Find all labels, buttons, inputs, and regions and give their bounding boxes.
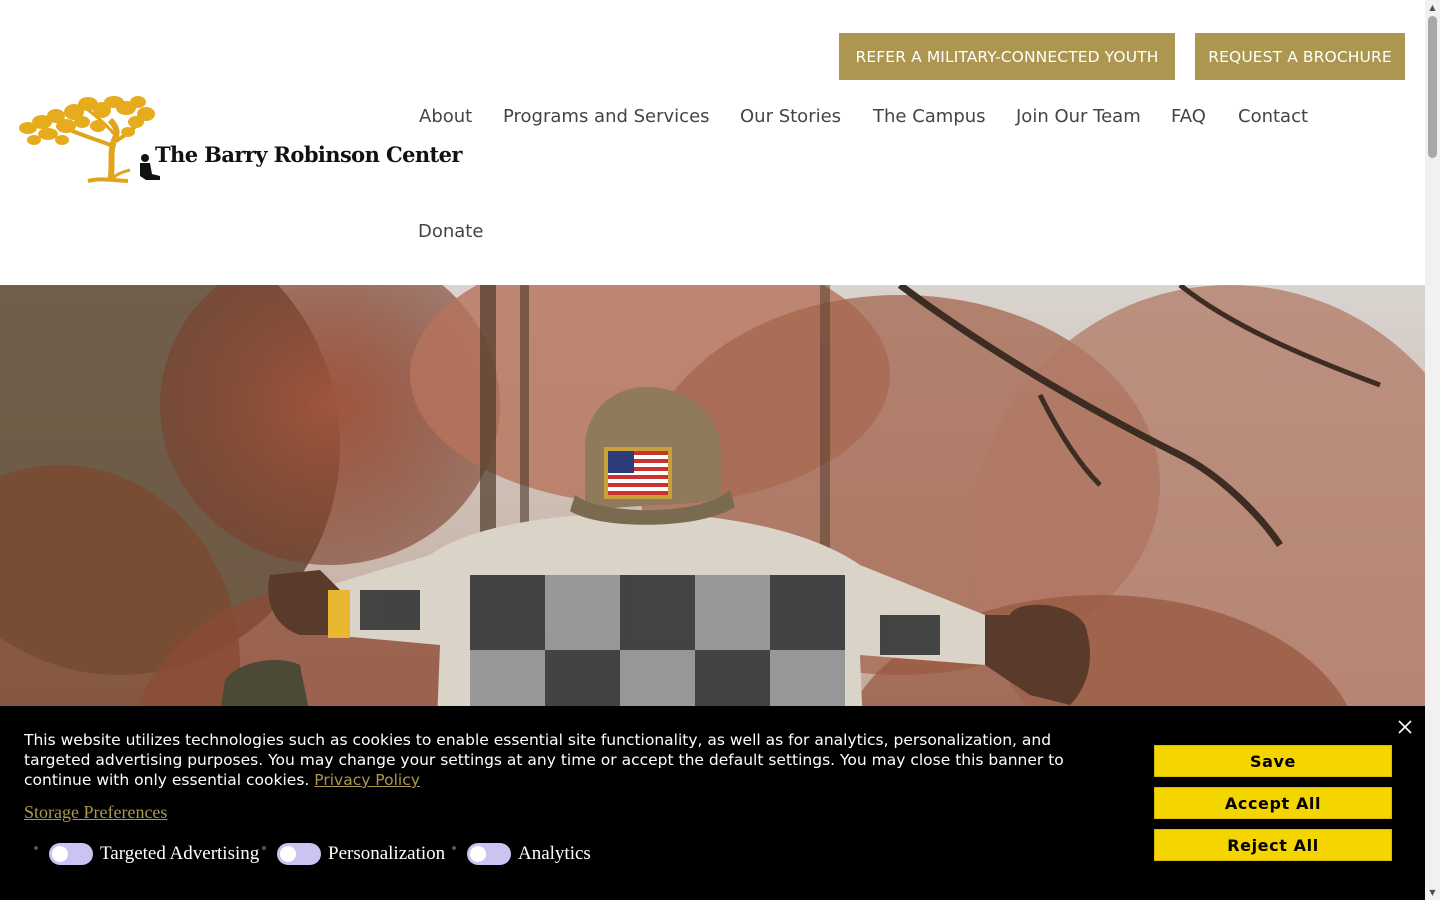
nav-the-campus[interactable]: The Campus [873, 106, 986, 127]
toggle-analytics[interactable]: Analytics [452, 842, 591, 866]
toggle-targeted-advertising[interactable]: Targeted Advertising [34, 842, 259, 866]
bullet-dot [452, 846, 456, 850]
nav-join-our-team[interactable]: Join Our Team [1016, 106, 1141, 127]
accept-all-button[interactable]: Accept All [1154, 787, 1392, 819]
bullet-dot [262, 846, 266, 850]
personalization-label: Personalization [328, 843, 446, 864]
reject-all-button[interactable]: Reject All [1154, 829, 1392, 861]
cookie-message: This website utilizes technologies such … [24, 730, 1114, 790]
close-icon[interactable] [1394, 716, 1416, 738]
switch-knob [470, 846, 486, 862]
targeted-advertising-switch[interactable] [49, 843, 93, 865]
nav-faq[interactable]: FAQ [1171, 106, 1206, 127]
switch-knob [52, 846, 68, 862]
bullet-dot [34, 846, 38, 850]
nav-our-stories[interactable]: Our Stories [740, 106, 841, 127]
switch-knob [280, 846, 296, 862]
nav-programs-and-services[interactable]: Programs and Services [503, 106, 710, 127]
nav-donate[interactable]: Donate [418, 221, 483, 242]
save-button[interactable]: Save [1154, 745, 1392, 777]
site-logo[interactable]: The Barry Robinson Center [18, 96, 462, 186]
scroll-down-arrow-icon[interactable]: ▼ [1425, 885, 1440, 900]
request-brochure-button[interactable]: REQUEST A BROCHURE [1195, 33, 1405, 80]
privacy-policy-link[interactable]: Privacy Policy [314, 771, 420, 789]
nav-contact[interactable]: Contact [1238, 106, 1308, 127]
refer-youth-button[interactable]: REFER A MILITARY-CONNECTED YOUTH [839, 33, 1175, 80]
scroll-thumb[interactable] [1428, 16, 1437, 158]
targeted-advertising-label: Targeted Advertising [100, 843, 260, 864]
toggle-personalization[interactable]: Personalization [262, 842, 445, 866]
storage-preferences-link[interactable]: Storage Preferences [24, 802, 167, 823]
analytics-label: Analytics [518, 843, 591, 864]
scroll-up-arrow-icon[interactable]: ▲ [1425, 0, 1440, 15]
logo-wordmark: The Barry Robinson Center [155, 142, 462, 167]
tree-logo-icon [19, 96, 160, 183]
page: REFER A MILITARY-CONNECTED YOUTH REQUEST… [0, 0, 1425, 900]
nav-about[interactable]: About [419, 106, 472, 127]
personalization-switch[interactable] [277, 843, 321, 865]
cookie-message-text: This website utilizes technologies such … [24, 731, 1064, 789]
analytics-switch[interactable] [467, 843, 511, 865]
cookie-banner: This website utilizes technologies such … [0, 706, 1425, 900]
page-scrollbar[interactable]: ▲ ▼ [1425, 0, 1440, 900]
